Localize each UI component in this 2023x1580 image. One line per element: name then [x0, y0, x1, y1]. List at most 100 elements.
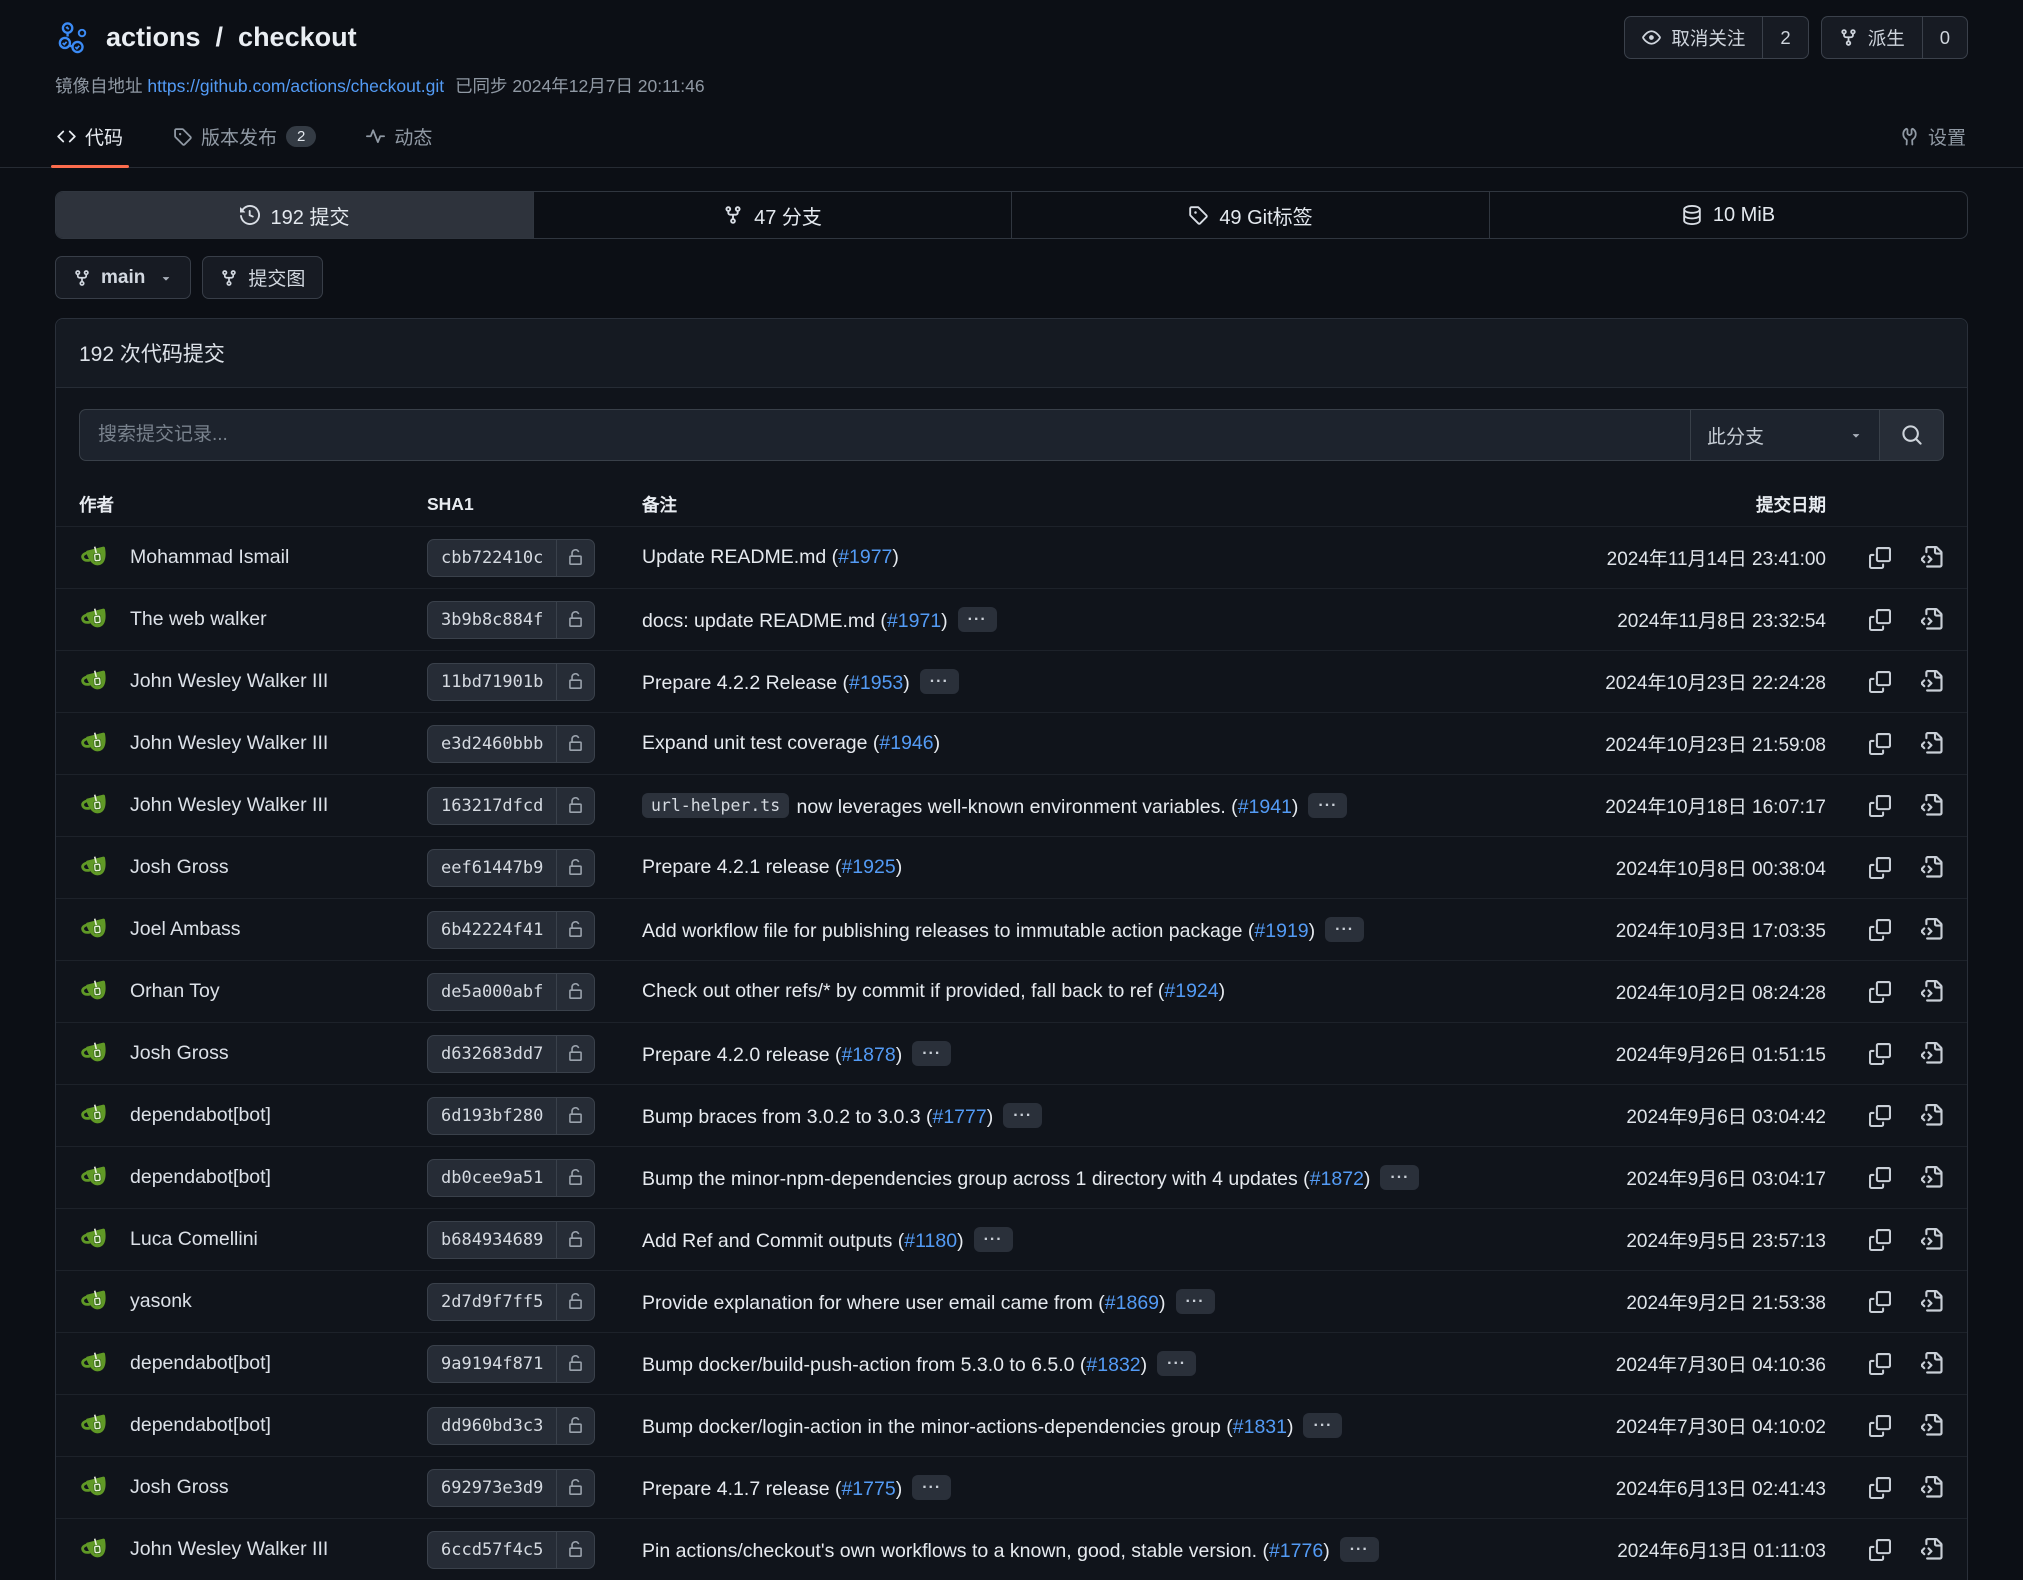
view-file-at-commit-button[interactable]	[1921, 1290, 1944, 1313]
commit-graph-button[interactable]: 提交图	[202, 256, 323, 299]
issue-link[interactable]: #1919	[1254, 920, 1308, 942]
fork-button-main[interactable]: 派生	[1822, 17, 1922, 58]
copy-sha-button[interactable]	[1869, 919, 1891, 941]
commit-sha[interactable]: 11bd71901b	[428, 664, 556, 700]
issue-link[interactable]: #1872	[1310, 1168, 1364, 1190]
copy-sha-button[interactable]	[1869, 1539, 1891, 1561]
watch-button[interactable]: 取消关注 2	[1624, 16, 1808, 59]
view-file-at-commit-button[interactable]	[1921, 670, 1944, 693]
view-file-at-commit-button[interactable]	[1921, 794, 1944, 817]
expand-message-button[interactable]: ···	[1380, 1165, 1419, 1190]
stat-branches[interactable]: 47 分支	[533, 192, 1011, 238]
issue-link[interactable]: #1971	[887, 610, 941, 632]
commit-sha[interactable]: 9a9194f871	[428, 1346, 556, 1382]
view-file-at-commit-button[interactable]	[1921, 546, 1944, 569]
branch-selector[interactable]: main	[55, 256, 191, 299]
mirror-url-link[interactable]: https://github.com/actions/checkout.git	[147, 76, 444, 96]
expand-message-button[interactable]: ···	[1308, 793, 1347, 818]
stat-size[interactable]: 10 MiB	[1489, 192, 1967, 238]
issue-link[interactable]: #1946	[879, 732, 933, 754]
view-file-at-commit-button[interactable]	[1921, 608, 1944, 631]
view-file-at-commit-button[interactable]	[1921, 1414, 1944, 1437]
tab-activity[interactable]: 动态	[364, 119, 434, 167]
issue-link[interactable]: #1831	[1233, 1416, 1287, 1438]
copy-sha-button[interactable]	[1869, 1229, 1891, 1251]
expand-message-button[interactable]: ···	[974, 1227, 1013, 1252]
copy-sha-button[interactable]	[1869, 1353, 1891, 1375]
issue-link[interactable]: #1925	[841, 856, 895, 878]
commit-sha[interactable]: 6ccd57f4c5	[428, 1532, 556, 1568]
commit-sha-button[interactable]: 163217dfcd	[427, 787, 595, 825]
search-input[interactable]	[79, 409, 1690, 461]
commit-sha[interactable]: 2d7d9f7ff5	[428, 1284, 556, 1320]
commit-sha-button[interactable]: de5a000abf	[427, 973, 595, 1011]
view-file-at-commit-button[interactable]	[1921, 1228, 1944, 1251]
expand-message-button[interactable]: ···	[1325, 917, 1364, 942]
copy-sha-button[interactable]	[1869, 1105, 1891, 1127]
expand-message-button[interactable]: ···	[912, 1475, 951, 1500]
issue-link[interactable]: #1832	[1086, 1354, 1140, 1376]
commit-sha[interactable]: 692973e3d9	[428, 1470, 556, 1506]
commit-sha-button[interactable]: 11bd71901b	[427, 663, 595, 701]
view-file-at-commit-button[interactable]	[1921, 1104, 1944, 1127]
commit-sha-button[interactable]: db0cee9a51	[427, 1159, 595, 1197]
expand-message-button[interactable]: ···	[920, 669, 959, 694]
search-button[interactable]	[1880, 409, 1944, 461]
view-file-at-commit-button[interactable]	[1921, 732, 1944, 755]
expand-message-button[interactable]: ···	[958, 607, 997, 632]
view-file-at-commit-button[interactable]	[1921, 856, 1944, 879]
issue-link[interactable]: #1777	[932, 1106, 986, 1128]
copy-sha-button[interactable]	[1869, 1291, 1891, 1313]
tab-settings[interactable]: 设置	[1898, 119, 1968, 167]
watch-button-main[interactable]: 取消关注	[1625, 17, 1762, 58]
branch-filter-dropdown[interactable]: 此分支	[1690, 409, 1880, 461]
issue-link[interactable]: #1776	[1269, 1540, 1323, 1562]
copy-sha-button[interactable]	[1869, 547, 1891, 569]
copy-sha-button[interactable]	[1869, 1415, 1891, 1437]
stat-tags[interactable]: 49 Git标签	[1011, 192, 1489, 238]
view-file-at-commit-button[interactable]	[1921, 1538, 1944, 1561]
view-file-at-commit-button[interactable]	[1921, 1166, 1944, 1189]
commit-sha-button[interactable]: e3d2460bbb	[427, 725, 595, 763]
commit-sha-button[interactable]: eef61447b9	[427, 849, 595, 887]
stat-commits[interactable]: 192 提交	[56, 192, 533, 238]
issue-link[interactable]: #1953	[849, 672, 903, 694]
commit-sha[interactable]: e3d2460bbb	[428, 726, 556, 762]
commit-sha-button[interactable]: d632683dd7	[427, 1035, 595, 1073]
commit-sha-button[interactable]: dd960bd3c3	[427, 1407, 595, 1445]
commit-sha[interactable]: 6d193bf280	[428, 1098, 556, 1134]
issue-link[interactable]: #1180	[904, 1230, 957, 1252]
commit-sha[interactable]: de5a000abf	[428, 974, 556, 1010]
commit-sha-button[interactable]: 2d7d9f7ff5	[427, 1283, 595, 1321]
copy-sha-button[interactable]	[1869, 609, 1891, 631]
commit-sha-button[interactable]: 6ccd57f4c5	[427, 1531, 595, 1569]
watch-count[interactable]: 2	[1762, 17, 1807, 58]
commit-sha[interactable]: eef61447b9	[428, 850, 556, 886]
repo-owner-link[interactable]: actions	[106, 22, 201, 53]
tab-code[interactable]: 代码	[55, 119, 125, 167]
commit-sha[interactable]: dd960bd3c3	[428, 1408, 556, 1444]
repo-name-link[interactable]: checkout	[238, 22, 357, 53]
commit-sha[interactable]: cbb722410c	[428, 540, 556, 576]
issue-link[interactable]: #1878	[841, 1044, 895, 1066]
issue-link[interactable]: #1941	[1238, 796, 1292, 818]
commit-sha-button[interactable]: 9a9194f871	[427, 1345, 595, 1383]
commit-sha[interactable]: d632683dd7	[428, 1036, 556, 1072]
issue-link[interactable]: #1869	[1105, 1292, 1159, 1314]
expand-message-button[interactable]: ···	[1003, 1103, 1042, 1128]
expand-message-button[interactable]: ···	[912, 1041, 951, 1066]
fork-count[interactable]: 0	[1922, 17, 1967, 58]
tab-releases[interactable]: 版本发布 2	[171, 119, 318, 167]
fork-button[interactable]: 派生 0	[1821, 16, 1968, 59]
commit-sha[interactable]: 6b42224f41	[428, 912, 556, 948]
commit-sha[interactable]: 3b9b8c884f	[428, 602, 556, 638]
copy-sha-button[interactable]	[1869, 795, 1891, 817]
view-file-at-commit-button[interactable]	[1921, 918, 1944, 941]
commit-sha-button[interactable]: cbb722410c	[427, 539, 595, 577]
issue-link[interactable]: #1977	[838, 546, 892, 568]
view-file-at-commit-button[interactable]	[1921, 1476, 1944, 1499]
expand-message-button[interactable]: ···	[1176, 1289, 1215, 1314]
copy-sha-button[interactable]	[1869, 857, 1891, 879]
commit-sha-button[interactable]: 692973e3d9	[427, 1469, 595, 1507]
commit-sha-button[interactable]: 3b9b8c884f	[427, 601, 595, 639]
